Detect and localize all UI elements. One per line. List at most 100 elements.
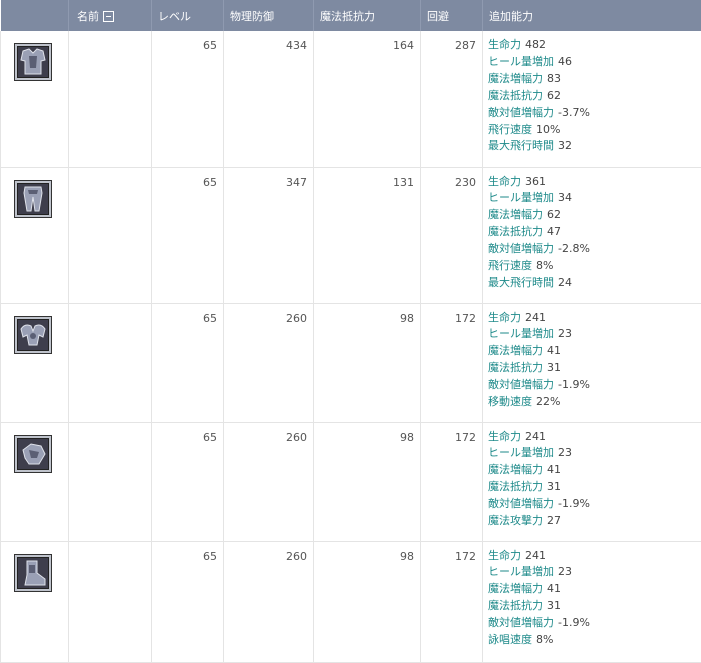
attribute-name: 最大飛行時間 bbox=[488, 276, 554, 289]
item-name bbox=[69, 541, 152, 662]
attribute-line: ヒール量増加 23 bbox=[488, 564, 701, 581]
attribute-name: ヒール量増加 bbox=[488, 55, 554, 68]
item-extra-attributes: 生命力482ヒール量増加46魔法増幅力83魔法抵抗力62敵対値増幅力-3.7%飛… bbox=[483, 31, 701, 167]
attribute-name: 敵対値増幅力 bbox=[488, 242, 554, 255]
chest-armor-icon[interactable] bbox=[14, 43, 52, 81]
attribute-line: 敵対値増幅力-1.9% bbox=[488, 496, 701, 513]
attribute-line: 敵対値増幅力-1.9% bbox=[488, 377, 701, 394]
boot-armor-icon[interactable] bbox=[14, 554, 52, 592]
attribute-line: 魔法増幅力41 bbox=[488, 462, 701, 479]
attribute-line: 生命力 482 bbox=[488, 37, 701, 54]
equipment-table-container: 名前 レベル 物理防御 魔法抵抗力 回避 追加能力 65434164287生命力… bbox=[0, 0, 701, 660]
table-row[interactable]: 65434164287生命力482ヒール量増加46魔法増幅力83魔法抵抗力62敵… bbox=[1, 31, 701, 167]
attribute-value: 41 bbox=[547, 582, 561, 595]
item-mag-resist: 98 bbox=[314, 541, 421, 662]
attribute-name: 魔法増幅力 bbox=[488, 208, 543, 221]
attribute-name: 魔法抵抗力 bbox=[488, 89, 543, 102]
item-evasion: 172 bbox=[421, 541, 483, 662]
item-evasion: 172 bbox=[421, 422, 483, 541]
attribute-value: -2.8% bbox=[558, 242, 590, 255]
attribute-name: 魔法増幅力 bbox=[488, 344, 543, 357]
table-row[interactable]: 6526098172生命力241ヒール量増加23魔法増幅力41魔法抵抗力31敵対… bbox=[1, 422, 701, 541]
attribute-value: 8% bbox=[536, 633, 553, 646]
header-level[interactable]: レベル bbox=[152, 0, 224, 31]
attribute-line: ヒール量増加23 bbox=[488, 326, 701, 343]
item-evasion: 172 bbox=[421, 303, 483, 422]
attribute-line: 最大飛行時間24 bbox=[488, 275, 701, 292]
icon-cell bbox=[1, 31, 69, 167]
attribute-line: ヒール量増加46 bbox=[488, 54, 701, 71]
attribute-line: 魔法抵抗力 31 bbox=[488, 360, 701, 377]
item-level: 65 bbox=[152, 541, 224, 662]
item-phys-def: 260 bbox=[224, 303, 314, 422]
attribute-line: 生命力241 bbox=[488, 548, 701, 565]
table-row[interactable]: 65347131230生命力361ヒール量増加34魔法増幅力62魔法抵抗力47敵… bbox=[1, 167, 701, 303]
attribute-name: ヒール量増加 bbox=[488, 565, 554, 578]
attribute-value: 31 bbox=[547, 361, 561, 374]
attribute-value: -1.9% bbox=[558, 378, 590, 391]
header-name-label: 名前 bbox=[77, 10, 99, 23]
attribute-line: 生命力241 bbox=[488, 429, 701, 446]
attribute-value: -3.7% bbox=[558, 106, 590, 119]
icon-cell bbox=[1, 303, 69, 422]
attribute-value: 32 bbox=[558, 139, 572, 152]
attribute-value: 31 bbox=[547, 599, 561, 612]
attribute-value: 482 bbox=[525, 38, 546, 51]
attribute-name: 生命力 bbox=[488, 549, 521, 562]
attribute-line: 生命力241 bbox=[488, 310, 701, 327]
item-phys-def: 260 bbox=[224, 422, 314, 541]
item-evasion: 230 bbox=[421, 167, 483, 303]
attribute-name: 魔法増幅力 bbox=[488, 463, 543, 476]
item-mag-resist: 164 bbox=[314, 31, 421, 167]
item-name bbox=[69, 31, 152, 167]
attribute-value: 47 bbox=[547, 225, 561, 238]
attribute-name: 魔法抵抗力 bbox=[488, 361, 543, 374]
attribute-name: 敵対値増幅力 bbox=[488, 106, 554, 119]
attribute-name: 魔法攻撃力 bbox=[488, 514, 543, 527]
attribute-line: 最大飛行時間 32 bbox=[488, 138, 701, 155]
attribute-line: 詠唱速度8% bbox=[488, 632, 701, 649]
icon-cell bbox=[1, 167, 69, 303]
table-header-row: 名前 レベル 物理防御 魔法抵抗力 回避 追加能力 bbox=[1, 0, 701, 31]
table-row[interactable]: 6526098172生命力241ヒール量増加23魔法増幅力41魔法抵抗力31敵対… bbox=[1, 303, 701, 422]
attribute-name: ヒール量増加 bbox=[488, 327, 554, 340]
item-level: 65 bbox=[152, 167, 224, 303]
attribute-value: 10% bbox=[536, 123, 560, 136]
attribute-name: 敵対値増幅力 bbox=[488, 497, 554, 510]
shoulder-armor-icon[interactable] bbox=[14, 316, 52, 354]
item-level: 65 bbox=[152, 31, 224, 167]
leg-armor-icon[interactable] bbox=[14, 180, 52, 218]
header-icon bbox=[1, 0, 69, 31]
attribute-value: 41 bbox=[547, 344, 561, 357]
equipment-table: 名前 レベル 物理防御 魔法抵抗力 回避 追加能力 65434164287生命力… bbox=[0, 0, 701, 663]
header-evasion[interactable]: 回避 bbox=[421, 0, 483, 31]
attribute-name: 敵対値増幅力 bbox=[488, 616, 554, 629]
attribute-name: ヒール量増加 bbox=[488, 446, 554, 459]
attribute-line: 魔法攻撃力27 bbox=[488, 513, 701, 530]
attribute-value: 241 bbox=[525, 430, 546, 443]
attribute-line: 敵対値増幅力 -3.7% bbox=[488, 105, 701, 122]
item-mag-resist: 98 bbox=[314, 422, 421, 541]
header-name[interactable]: 名前 bbox=[69, 0, 152, 31]
attribute-line: 飛行速度10% bbox=[488, 122, 701, 139]
glove-armor-icon[interactable] bbox=[14, 435, 52, 473]
header-phys-def[interactable]: 物理防御 bbox=[224, 0, 314, 31]
attribute-line: 敵対値増幅力-1.9% bbox=[488, 615, 701, 632]
attribute-line: ヒール量増加23 bbox=[488, 445, 701, 462]
attribute-value: 34 bbox=[558, 191, 572, 204]
header-mag-resist[interactable]: 魔法抵抗力 bbox=[314, 0, 421, 31]
item-name bbox=[69, 167, 152, 303]
table-row[interactable]: 6526098172生命力241ヒール量増加23魔法増幅力41魔法抵抗力31敵対… bbox=[1, 541, 701, 662]
attribute-name: 魔法抵抗力 bbox=[488, 225, 543, 238]
attribute-line: 生命力361 bbox=[488, 174, 701, 191]
attribute-value: 62 bbox=[547, 208, 561, 221]
attribute-name: 最大飛行時間 bbox=[488, 139, 554, 152]
item-extra-attributes: 生命力241ヒール量増加23魔法増幅力41魔法抵抗力31敵対値増幅力-1.9%移… bbox=[483, 303, 701, 422]
collapse-icon[interactable] bbox=[103, 11, 114, 22]
attribute-value: 23 bbox=[558, 565, 572, 578]
item-phys-def: 260 bbox=[224, 541, 314, 662]
item-evasion: 287 bbox=[421, 31, 483, 167]
attribute-name: 生命力 bbox=[488, 38, 521, 51]
attribute-value: 83 bbox=[547, 72, 561, 85]
item-mag-resist: 131 bbox=[314, 167, 421, 303]
